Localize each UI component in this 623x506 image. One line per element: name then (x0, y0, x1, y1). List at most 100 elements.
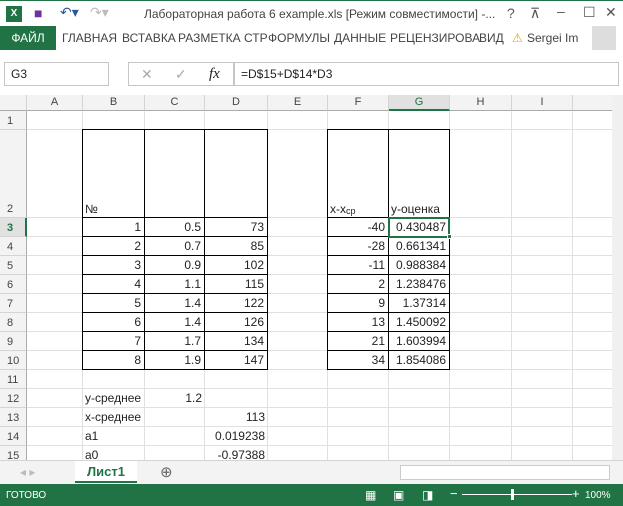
table-cell[interactable]: 1.854086 (388, 350, 450, 370)
table-cell[interactable]: 147 (204, 350, 268, 370)
stat-value[interactable]: 1.2 (144, 388, 205, 408)
minimize-icon[interactable]: – (557, 3, 565, 19)
tab-insert[interactable]: ВСТАВКА (122, 31, 176, 45)
table-cell[interactable]: 7 (82, 331, 145, 351)
name-box[interactable]: G3 (4, 62, 109, 86)
column-header-B[interactable]: B (83, 95, 145, 111)
user-name[interactable]: Sergei Im (527, 31, 578, 45)
table-cell[interactable]: 0.9 (144, 255, 205, 275)
table-cell[interactable]: 0.7 (144, 236, 205, 256)
table-cell[interactable]: 134 (204, 331, 268, 351)
header-cell[interactable] (204, 129, 268, 218)
table-cell[interactable]: 122 (204, 293, 268, 313)
table-cell[interactable]: 73 (204, 217, 268, 237)
help-icon[interactable]: ? (507, 5, 515, 21)
table-cell[interactable]: 6 (82, 312, 145, 332)
sheet-tab[interactable]: Лист1 (75, 461, 137, 483)
row-header-2[interactable]: 2 (0, 130, 27, 218)
table-cell[interactable]: 34 (327, 350, 389, 370)
table-cell[interactable]: 13 (327, 312, 389, 332)
table-cell[interactable]: 85 (204, 236, 268, 256)
formula-input[interactable]: =D$15+D$14*D3 (234, 62, 619, 86)
table-cell[interactable]: 0.5 (144, 217, 205, 237)
column-header-A[interactable]: A (27, 95, 83, 111)
page-break-icon[interactable]: ◨ (422, 488, 433, 502)
table-cell[interactable]: 2 (82, 236, 145, 256)
row-header-14[interactable]: 14 (0, 427, 27, 446)
tab-data[interactable]: ДАННЫЕ (334, 31, 386, 45)
close-icon[interactable]: ✕ (605, 4, 617, 21)
row-header-9[interactable]: 9 (0, 332, 27, 351)
row-header-6[interactable]: 6 (0, 275, 27, 294)
table-cell[interactable]: 126 (204, 312, 268, 332)
maximize-icon[interactable]: ☐ (583, 4, 596, 21)
row-header-1[interactable]: 1 (0, 111, 27, 130)
stat-value[interactable]: 113 (204, 407, 268, 427)
row-header-12[interactable]: 12 (0, 389, 27, 408)
column-header-H[interactable]: H (450, 95, 512, 111)
zoom-in-icon[interactable]: + (572, 486, 580, 501)
sheet-nav-icon[interactable]: ◂ ▸ (20, 465, 35, 479)
table-cell[interactable]: 1.1 (144, 274, 205, 294)
select-all-corner[interactable] (0, 95, 27, 111)
stat-value[interactable]: -0.97388 (204, 445, 268, 460)
table-cell[interactable]: 1.603994 (388, 331, 450, 351)
table-cell[interactable]: 1.450092 (388, 312, 450, 332)
table-cell[interactable]: 0.988384 (388, 255, 450, 275)
stat-label[interactable]: a0 (82, 445, 145, 460)
save-icon[interactable]: ■ (34, 5, 42, 21)
undo-icon[interactable]: ↶▾ (60, 4, 79, 21)
tab-formulas[interactable]: ФОРМУЛЫ (268, 31, 330, 45)
column-header-D[interactable]: D (205, 95, 268, 111)
header-no[interactable]: № (82, 129, 145, 218)
column-header-F[interactable]: F (328, 95, 389, 111)
fill-handle[interactable] (447, 234, 452, 239)
zoom-slider[interactable] (462, 494, 572, 495)
vertical-scrollbar[interactable] (612, 95, 623, 460)
tab-file[interactable]: ФАЙЛ (0, 26, 56, 50)
stat-label[interactable]: y-среднее (82, 388, 145, 408)
table-cell[interactable]: 1.4 (144, 293, 205, 313)
table-cell[interactable]: 8 (82, 350, 145, 370)
table-cell[interactable]: -28 (327, 236, 389, 256)
table-cell[interactable]: 0.661341 (388, 236, 450, 256)
table-cell[interactable]: 1.4 (144, 312, 205, 332)
tab-review[interactable]: РЕЦЕНЗИРОВА (390, 31, 480, 45)
table-cell[interactable]: 102 (204, 255, 268, 275)
stat-label[interactable]: a1 (82, 426, 145, 446)
row-header-7[interactable]: 7 (0, 294, 27, 313)
table-cell[interactable]: 3 (82, 255, 145, 275)
ribbon-display-icon[interactable]: ⊼ (530, 5, 540, 22)
row-header-4[interactable]: 4 (0, 237, 27, 256)
insert-function-icon[interactable]: fx (209, 66, 220, 83)
column-header-C[interactable]: C (145, 95, 205, 111)
tab-home[interactable]: ГЛАВНАЯ (62, 31, 117, 45)
table-cell[interactable]: 1.37314 (388, 293, 450, 313)
zoom-out-icon[interactable]: − (450, 486, 458, 501)
table-cell[interactable]: 5 (82, 293, 145, 313)
header-cell[interactable] (144, 129, 205, 218)
enter-icon[interactable]: ✓ (175, 66, 187, 83)
table-cell[interactable]: -11 (327, 255, 389, 275)
stat-value[interactable]: 0.019238 (204, 426, 268, 446)
zoom-slider-thumb[interactable] (511, 489, 514, 500)
row-header-11[interactable]: 11 (0, 370, 27, 389)
tab-page-layout[interactable]: РАЗМЕТКА СТР (178, 31, 268, 45)
table-cell[interactable]: 9 (327, 293, 389, 313)
column-header-J[interactable] (573, 95, 612, 111)
row-header-8[interactable]: 8 (0, 313, 27, 332)
tab-view[interactable]: ВИД (479, 31, 504, 45)
row-header-15[interactable]: 15 (0, 446, 27, 460)
normal-view-icon[interactable]: ▦ (365, 488, 376, 502)
table-cell[interactable]: 1.7 (144, 331, 205, 351)
header-y-estimate[interactable]: y-оценка (388, 129, 450, 218)
table-cell[interactable]: 1.238476 (388, 274, 450, 294)
header-x-dev[interactable]: x-x ср (327, 129, 389, 218)
redo-icon[interactable]: ↷▾ (90, 4, 109, 21)
horizontal-scrollbar[interactable] (400, 465, 610, 480)
column-header-G[interactable]: G (389, 95, 450, 111)
table-cell[interactable]: -40 (327, 217, 389, 237)
table-cell[interactable]: 21 (327, 331, 389, 351)
table-cell[interactable]: 1.9 (144, 350, 205, 370)
table-cell[interactable]: 115 (204, 274, 268, 294)
